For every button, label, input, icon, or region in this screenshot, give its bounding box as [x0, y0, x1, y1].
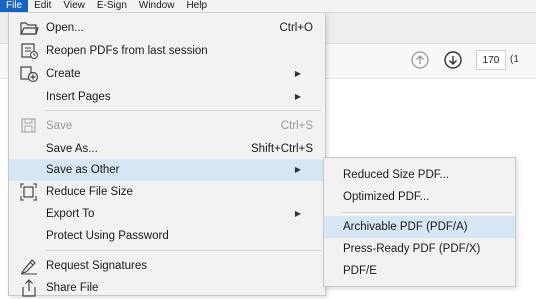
save-as-other-label: Save as Other	[46, 164, 120, 176]
reduce-size-icon	[19, 183, 39, 201]
submenu-item-optimized[interactable]: Optimized PDF...	[324, 186, 515, 208]
menu-file[interactable]: File	[0, 0, 29, 12]
save-icon	[19, 117, 39, 135]
save-shortcut: Ctrl+S	[280, 120, 313, 132]
menu-item-save[interactable]: Save Ctrl+S	[9, 115, 325, 137]
reopen-files-icon	[19, 42, 39, 60]
menu-edit[interactable]: Edit	[28, 0, 57, 12]
submenu-item-reduced-size[interactable]: Reduced Size PDF...	[324, 164, 515, 186]
menu-item-save-as-other[interactable]: Save as Other ▶	[9, 159, 325, 181]
open-shortcut: Ctrl+O	[279, 22, 313, 34]
folder-open-icon	[19, 19, 39, 37]
menu-item-insert-pages[interactable]: Insert Pages ▶	[9, 86, 325, 108]
menu-esign[interactable]: E-Sign	[91, 0, 133, 12]
menu-view[interactable]: View	[57, 0, 91, 12]
menu-item-open[interactable]: Open... Ctrl+O	[9, 17, 325, 39]
open-label: Open...	[46, 22, 84, 34]
chevron-right-icon: ▶	[294, 69, 301, 78]
menu-item-protect[interactable]: Protect Using Password	[9, 225, 325, 247]
menu-separator	[45, 250, 321, 251]
press-ready-label: Press-Ready PDF (PDF/X)	[343, 243, 481, 255]
chevron-right-icon: ▶	[294, 92, 301, 101]
create-pdf-icon	[19, 65, 39, 83]
save-label: Save	[46, 120, 73, 132]
insert-pages-label: Insert Pages	[46, 91, 111, 103]
save-as-shortcut: Shift+Ctrl+S	[251, 143, 313, 155]
reduced-size-label: Reduced Size PDF...	[343, 169, 450, 181]
submenu-separator	[342, 212, 512, 213]
menu-help[interactable]: Help	[180, 0, 213, 12]
page-number-input[interactable]: 170	[476, 50, 506, 70]
signature-pen-icon	[19, 257, 39, 275]
reduce-file-size-label: Reduce File Size	[46, 186, 133, 198]
save-as-other-submenu: Reduced Size PDF... Optimized PDF... Arc…	[323, 157, 516, 287]
save-as-label: Save As...	[46, 143, 98, 155]
menu-item-reduce-file-size[interactable]: Reduce File Size	[9, 181, 325, 203]
submenu-item-press-ready[interactable]: Press-Ready PDF (PDF/X)	[324, 238, 515, 260]
pdf-e-label: PDF/E	[343, 265, 377, 277]
menu-item-save-as[interactable]: Save As... Shift+Ctrl+S	[9, 138, 325, 160]
export-to-label: Export To	[46, 208, 95, 220]
page-total: (1	[510, 54, 519, 65]
archivable-label: Archivable PDF (PDF/A)	[343, 221, 468, 233]
share-icon	[19, 279, 39, 297]
menu-item-reopen[interactable]: Reopen PDFs from last session	[9, 40, 325, 62]
submenu-item-archivable[interactable]: Archivable PDF (PDF/A)	[324, 216, 515, 238]
optimized-label: Optimized PDF...	[343, 191, 430, 203]
submenu-item-pdf-e[interactable]: PDF/E	[324, 260, 515, 282]
chevron-right-icon: ▶	[294, 165, 301, 174]
protect-label: Protect Using Password	[46, 230, 169, 242]
menu-item-request-signatures[interactable]: Request Signatures	[9, 255, 325, 277]
request-signatures-label: Request Signatures	[46, 260, 148, 272]
chevron-right-icon: ▶	[294, 209, 301, 218]
menu-separator	[45, 110, 321, 111]
next-page-icon[interactable]	[443, 50, 463, 70]
reopen-label: Reopen PDFs from last session	[46, 45, 208, 57]
previous-page-icon[interactable]	[410, 50, 430, 70]
menu-bar: File Edit View E-Sign Window Help	[0, 0, 536, 13]
menu-item-export-to[interactable]: Export To ▶	[9, 203, 325, 225]
menu-window[interactable]: Window	[133, 0, 181, 12]
create-label: Create	[46, 68, 81, 80]
file-menu: Open... Ctrl+O Reopen PDFs from last ses…	[8, 13, 326, 297]
menu-item-create[interactable]: Create ▶	[9, 63, 325, 85]
